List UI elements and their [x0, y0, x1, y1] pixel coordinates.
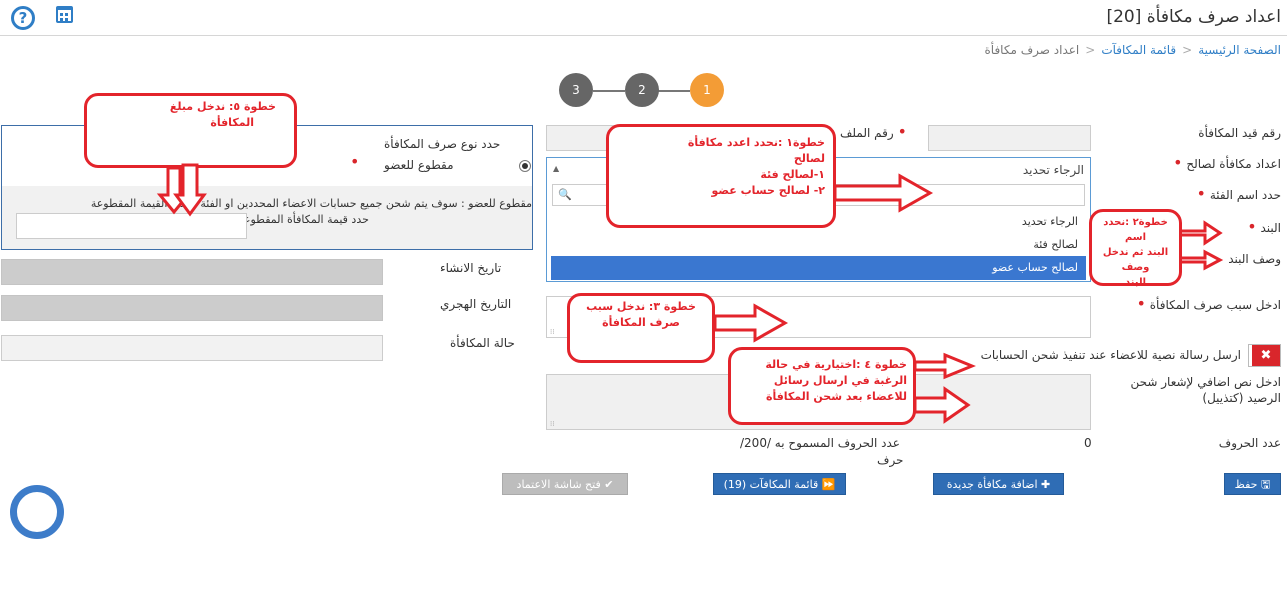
annotation-arrows-front — [173, 163, 207, 217]
arrow-step5b — [173, 163, 207, 217]
